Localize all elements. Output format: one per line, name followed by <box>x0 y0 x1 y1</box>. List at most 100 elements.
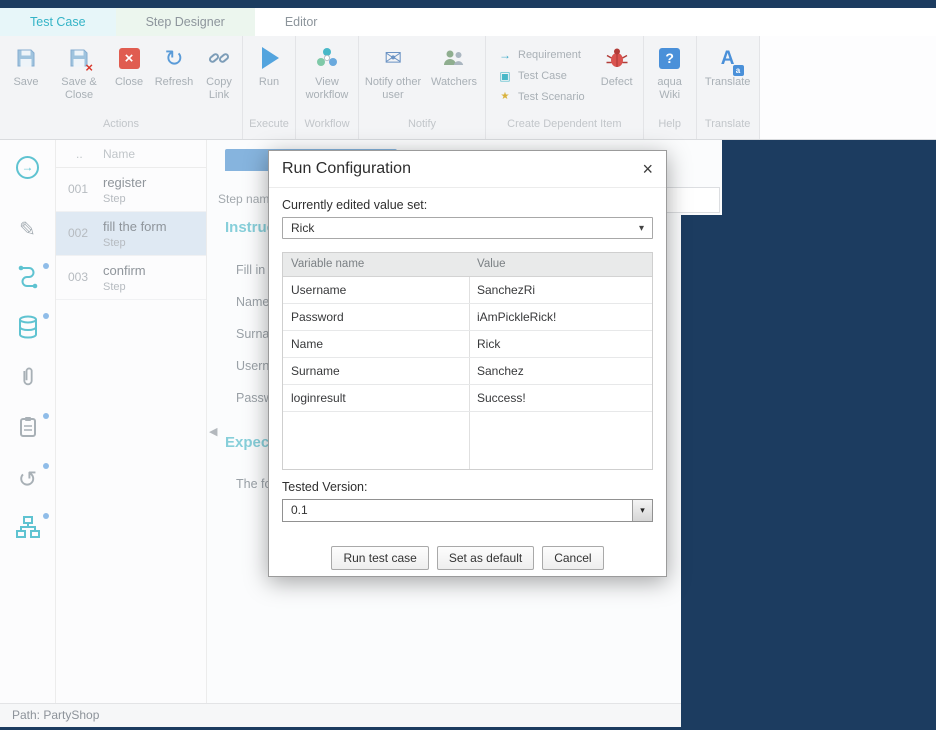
save-label: Save <box>13 76 38 89</box>
left-icon-sidebar: → ✎ ↺ <box>0 140 56 703</box>
tab-test-case[interactable]: Test Case <box>0 8 116 36</box>
save-and-close-button[interactable]: × Save & Close <box>50 36 108 102</box>
translate-icon: A a <box>721 43 735 73</box>
tested-version-combo[interactable]: 0.1 ▾ <box>282 499 653 522</box>
table-row[interactable]: Username SanchezRi <box>283 277 652 304</box>
editor-text-line: Surna <box>236 327 269 341</box>
steps-list-panel: .. Name 001 register Step 002 fill the f… <box>56 140 207 703</box>
steps-path-icon <box>16 265 40 294</box>
tasks-nav-button[interactable] <box>15 416 41 442</box>
step-row-register[interactable]: 001 register Step <box>56 168 206 212</box>
value-set-selected-value: Rick <box>291 221 314 235</box>
steps-nav-button[interactable] <box>15 266 41 292</box>
envelope-icon: ✉ <box>384 43 402 73</box>
step-row-confirm[interactable]: 003 confirm Step <box>56 256 206 300</box>
link-icon <box>207 43 231 73</box>
ribbon-group-actions: Save × Save & Close × Close ↻ Refresh <box>0 36 243 139</box>
ribbon-group-label-create-dependent: Create Dependent Item <box>488 118 641 135</box>
create-requirement-item[interactable]: → Requirement <box>494 44 589 65</box>
data-nav-button[interactable] <box>15 316 41 342</box>
test-case-icon: ▣ <box>498 69 512 83</box>
status-path: Path: PartyShop <box>12 708 99 722</box>
aqua-wiki-button[interactable]: ? aqua Wiki <box>646 36 694 102</box>
edit-nav-button[interactable]: ✎ <box>15 216 41 242</box>
ribbon: Save × Save & Close × Close ↻ Refresh <box>0 36 936 140</box>
dialog-title: Run Configuration <box>282 160 411 178</box>
ribbon-group-execute: Run Execute <box>243 36 296 139</box>
column-header-variable: Variable name <box>283 253 469 276</box>
column-header-value: Value <box>469 253 652 276</box>
ribbon-group-create-dependent: → Requirement ▣ Test Case ★ Test Scenari… <box>486 36 644 139</box>
dialog-close-icon[interactable]: × <box>642 160 653 178</box>
workflow-icon <box>314 43 340 73</box>
run-icon <box>257 43 281 73</box>
tested-version-value: 0.1 <box>283 500 632 521</box>
run-test-case-button[interactable]: Run test case <box>331 546 428 570</box>
steps-list-header: .. Name <box>56 140 206 168</box>
value-set-label: Currently edited value set: <box>282 198 653 212</box>
table-row[interactable]: loginresult Success! <box>283 385 652 412</box>
notification-dot <box>43 463 49 469</box>
status-bar: Path: PartyShop <box>0 703 681 727</box>
notify-other-user-button[interactable]: ✉ Notify other user <box>361 36 425 102</box>
column-header-name: Name <box>103 147 135 161</box>
red-x-overlay-icon: × <box>85 60 93 75</box>
notification-dot <box>43 413 49 419</box>
view-workflow-button[interactable]: View workflow <box>298 36 356 102</box>
ribbon-filler <box>760 36 936 139</box>
dialog-body: Currently edited value set: Rick ▾ Varia… <box>269 188 666 570</box>
expected-results-heading: Expec <box>225 434 269 451</box>
history-nav-button[interactable]: ↺ <box>15 466 41 492</box>
ribbon-group-workflow: View workflow Workflow <box>296 36 359 139</box>
ribbon-group-label-notify: Notify <box>361 118 483 135</box>
dialog-button-row: Run test case Set as default Cancel <box>282 546 653 570</box>
caret-down-icon: ▾ <box>640 505 645 516</box>
step-row-fill-the-form[interactable]: 002 fill the form Step <box>56 212 206 256</box>
tab-step-designer[interactable]: Step Designer <box>116 8 255 36</box>
requirement-icon: → <box>498 48 512 62</box>
expand-panel-button[interactable]: → <box>15 154 41 180</box>
database-icon <box>17 315 39 344</box>
create-test-scenario-item[interactable]: ★ Test Scenario <box>494 86 589 107</box>
ribbon-group-label-execute: Execute <box>245 118 293 135</box>
close-icon: × <box>119 43 140 73</box>
editor-text-line: Name <box>236 295 269 309</box>
close-button[interactable]: × Close <box>108 36 150 89</box>
table-row[interactable]: Surname Sanchez <box>283 358 652 385</box>
dialog-header: Run Configuration × <box>269 151 666 188</box>
defect-bug-icon <box>604 43 630 73</box>
value-set-select[interactable]: Rick ▾ <box>282 217 653 239</box>
translate-button[interactable]: A a Translate <box>699 36 757 89</box>
watchers-button[interactable]: Watchers <box>425 36 483 89</box>
paperclip-icon <box>17 365 39 394</box>
ribbon-group-notify: ✉ Notify other user Watchers Notify <box>359 36 486 139</box>
collapse-chevron-icon[interactable]: ◀ <box>209 425 217 438</box>
column-header-number: .. <box>76 147 83 161</box>
table-row[interactable]: Password iAmPickleRick! <box>283 304 652 331</box>
ribbon-group-label-help: Help <box>646 118 694 135</box>
set-as-default-button[interactable]: Set as default <box>437 546 534 570</box>
attachments-nav-button[interactable] <box>15 366 41 392</box>
ribbon-group-help: ? aqua Wiki Help <box>644 36 697 139</box>
history-icon: ↺ <box>18 466 37 493</box>
combo-dropdown-button[interactable]: ▾ <box>632 500 652 521</box>
tested-version-label: Tested Version: <box>282 480 653 494</box>
table-row[interactable]: Name Rick <box>283 331 652 358</box>
variables-table: Variable name Value Username SanchezRi P… <box>282 252 653 470</box>
cancel-button[interactable]: Cancel <box>542 546 603 570</box>
tab-editor[interactable]: Editor <box>255 8 348 36</box>
refresh-button[interactable]: ↻ Refresh <box>150 36 198 89</box>
create-defect-button[interactable]: Defect <box>593 36 641 89</box>
save-icon <box>15 43 37 73</box>
run-button[interactable]: Run <box>245 36 293 89</box>
hierarchy-nav-button[interactable] <box>15 516 41 542</box>
create-test-case-item[interactable]: ▣ Test Case <box>494 65 589 86</box>
save-button[interactable]: Save <box>2 36 50 89</box>
copy-link-button[interactable]: Copy Link <box>198 36 240 102</box>
caret-down-icon: ▾ <box>639 223 644 234</box>
step-name-label: Step nam <box>218 192 269 206</box>
tab-bar: Test Case Step Designer Editor <box>0 8 936 36</box>
notification-dot <box>43 263 49 269</box>
editor-text-line: The fo <box>236 477 271 491</box>
refresh-icon: ↻ <box>164 43 183 73</box>
